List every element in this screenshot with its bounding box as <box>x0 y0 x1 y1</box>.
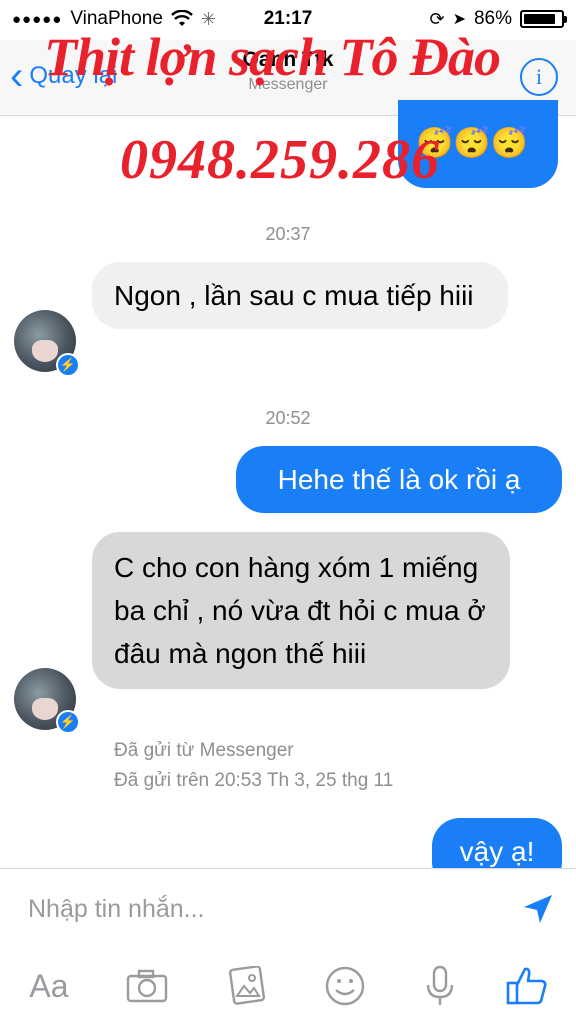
message-bubble-incoming[interactable]: Ngon , lần sau c mua tiếp hiii <box>92 262 508 329</box>
timestamp-divider: 20:37 <box>265 224 311 244</box>
info-button[interactable]: i <box>520 58 558 96</box>
smiley-icon <box>325 966 365 1006</box>
message-bubble-outgoing[interactable]: Hehe thế là ok rồi ạ <box>236 446 562 513</box>
message-input[interactable]: Nhập tin nhắn... <box>28 895 205 924</box>
sent-time-label: Đã gửi trên 20:53 Th 3, 25 thg 11 <box>114 770 394 791</box>
microphone-icon <box>426 965 454 1005</box>
camera-button[interactable] <box>122 961 172 1011</box>
text-format-button[interactable]: Aa <box>24 961 74 1011</box>
watermark-brand: Thịt lợn sạch Tô Đào <box>44 27 501 87</box>
camera-icon <box>126 969 168 1003</box>
watermark-phone: 0948.259.286 <box>120 129 440 191</box>
photos-button[interactable] <box>222 961 272 1011</box>
avatar-face <box>32 340 58 362</box>
voice-button[interactable] <box>418 961 462 1011</box>
photos-icon <box>228 966 266 1005</box>
message-text: vậy ạ! <box>459 836 535 867</box>
message-text: Ngon , lần sau c mua tiếp hiii <box>114 280 474 311</box>
like-button[interactable] <box>502 961 552 1011</box>
battery-icon <box>520 10 567 28</box>
messenger-badge-icon: ⚡ <box>56 710 80 734</box>
messenger-badge-icon: ⚡ <box>56 353 80 377</box>
message-bubble-incoming-selected[interactable]: C cho con hàng xóm 1 miếng ba chỉ , nó v… <box>92 532 510 689</box>
avatar-face <box>32 698 58 720</box>
thumbs-up-icon <box>506 967 547 1005</box>
send-icon[interactable] <box>520 891 556 927</box>
composer-area: Nhập tin nhắn... Aa <box>0 868 576 1024</box>
battery-fill <box>524 14 555 24</box>
sticker-button[interactable] <box>320 961 370 1011</box>
timestamp-divider: 20:52 <box>265 408 311 428</box>
message-text: Hehe thế là ok rồi ạ <box>277 464 521 495</box>
composer-toolbar: Aa <box>0 961 576 1011</box>
sent-via-label: Đã gửi từ Messenger <box>114 740 294 761</box>
message-text: C cho con hàng xóm 1 miếng ba chỉ , nó v… <box>114 552 486 669</box>
